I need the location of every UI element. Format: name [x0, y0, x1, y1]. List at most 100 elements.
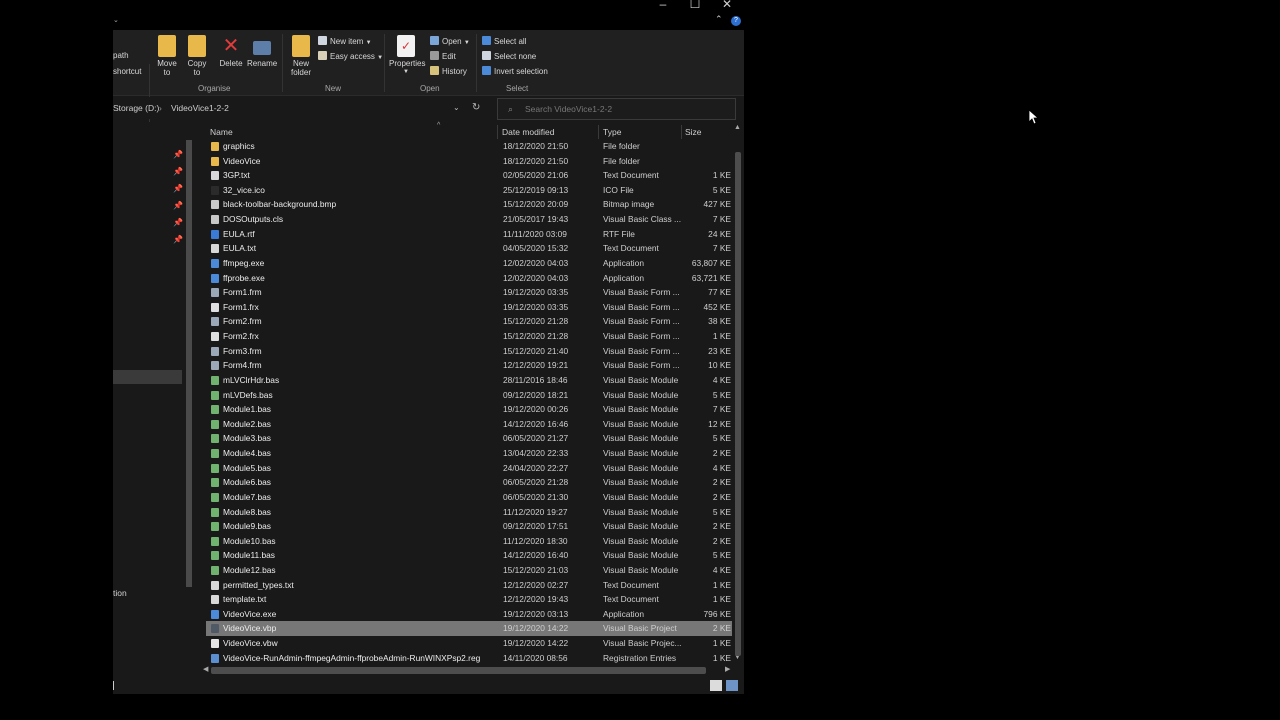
file-date-modified: 19/12/2020 03:13 — [503, 608, 569, 619]
file-row[interactable]: Module12.bas 15/12/2020 21:03 Visual Basic… — [206, 563, 732, 578]
open-button[interactable]: Open ▼ — [430, 36, 470, 48]
file-row[interactable]: VideoVice.vbp 19/12/2020 14:22 Visual Basi… — [206, 621, 732, 637]
file-row[interactable]: Form4.frm 12/12/2020 19:21 Visual Basic Fo… — [206, 358, 732, 373]
maximize-icon[interactable]: ☐ — [685, 0, 705, 12]
file-row[interactable]: VideoVice.exe 19/12/2020 03:13 Application… — [206, 607, 732, 622]
file-row[interactable]: Module5.bas 24/04/2020 22:27 Visual Basic … — [206, 461, 732, 476]
file-row[interactable]: VideoVice-RunAdmin-ffmpegAdmin-ffprobeAd… — [206, 651, 732, 666]
vb-module-icon — [211, 449, 219, 459]
pin-icon[interactable]: 📌 — [173, 201, 183, 210]
file-row[interactable]: Module3.bas 06/05/2020 21:27 Visual Basic … — [206, 431, 732, 446]
properties-button[interactable]: ✓ Properties ▼ — [389, 35, 425, 77]
breadcrumb-drive[interactable]: Storage (D:) — [113, 97, 159, 119]
file-row[interactable]: template.txt 12/12/2020 19:43 Text Documen… — [206, 592, 732, 607]
column-date-modified[interactable]: Date modified — [502, 125, 554, 139]
file-row[interactable]: Module1.bas 19/12/2020 00:26 Visual Basic … — [206, 402, 732, 417]
file-row[interactable]: ffprobe.exe 12/02/2020 04:03 Application 63… — [206, 271, 732, 286]
scroll-up-icon[interactable]: ▲ — [734, 124, 741, 131]
copy-to-button[interactable]: Copy to — [186, 35, 208, 77]
delete-button[interactable]: ✕ Delete — [218, 35, 244, 68]
close-icon[interactable]: ✕ — [717, 0, 737, 12]
pin-icon[interactable]: 📌 — [173, 150, 183, 159]
address-dropdown-icon[interactable]: ⌄ — [453, 97, 460, 119]
file-row[interactable]: Module4.bas 13/04/2020 22:33 Visual Basic … — [206, 446, 732, 461]
file-row[interactable]: Form1.frx 19/12/2020 03:35 Visual Basic Fo… — [206, 300, 732, 315]
file-date-modified: 12/02/2020 04:03 — [503, 272, 569, 283]
history-button[interactable]: History — [430, 66, 467, 77]
column-type[interactable]: Type — [603, 125, 621, 139]
select-none-button[interactable]: Select none — [482, 51, 536, 62]
collapse-ribbon-icon[interactable]: ⌃ — [715, 14, 723, 25]
new-item-button[interactable]: New item ▼ — [318, 36, 372, 48]
easy-access-button[interactable]: Easy access ▼ — [318, 51, 383, 63]
column-name[interactable]: Name — [210, 125, 233, 139]
large-icons-view-icon[interactable] — [726, 680, 738, 691]
rename-button[interactable]: Rename — [247, 35, 277, 68]
open-icon — [430, 36, 439, 45]
new-folder-button[interactable]: New folder — [288, 35, 314, 77]
file-name: Module9.bas — [223, 521, 271, 532]
file-row[interactable]: DOSOutputs.cls 21/05/2017 19:43 Visual Bas… — [206, 212, 732, 227]
details-view-icon[interactable] — [710, 680, 722, 691]
pin-icon[interactable]: 📌 — [173, 184, 183, 193]
file-row[interactable]: Module11.bas 14/12/2020 16:40 Visual Basic… — [206, 548, 732, 563]
column-size[interactable]: Size — [685, 125, 702, 139]
quick-access-chevron-icon[interactable]: ⌄ — [113, 16, 119, 24]
nav-scrollbar-thumb[interactable] — [186, 140, 192, 587]
file-row[interactable]: graphics 18/12/2020 21:50 File folder — [206, 139, 732, 154]
file-row[interactable]: mLVClrHdr.bas 28/11/2016 18:46 Visual Basi… — [206, 373, 732, 388]
file-row[interactable]: 32_vice.ico 25/12/2019 09:13 ICO File 5 KE — [206, 183, 732, 198]
pin-icon[interactable]: 📌 — [173, 167, 183, 176]
file-row[interactable]: Module8.bas 11/12/2020 19:27 Visual Basic … — [206, 505, 732, 520]
file-name: Module3.bas — [223, 433, 271, 444]
pin-icon[interactable]: 📌 — [173, 235, 183, 244]
new-folder-label-2: folder — [290, 68, 311, 77]
select-all-button[interactable]: Select all — [482, 36, 526, 47]
invert-selection-button[interactable]: Invert selection — [482, 66, 548, 77]
group-label-select: Select — [506, 84, 529, 93]
minimize-icon[interactable]: – — [653, 0, 673, 12]
search-box[interactable]: ⌕ Search VideoVice1-2-2 — [497, 98, 736, 120]
file-row[interactable]: black-toolbar-background.bmp 15/12/2020 2… — [206, 197, 732, 212]
breadcrumb-folder[interactable]: VideoVice1-2-2 — [171, 97, 229, 119]
file-row[interactable]: EULA.txt 04/05/2020 15:32 Text Document 7 K… — [206, 241, 732, 256]
file-row[interactable]: Form2.frx 15/12/2020 21:28 Visual Basic Fo… — [206, 329, 732, 344]
scroll-left-icon[interactable]: ◀ — [203, 665, 208, 673]
refresh-icon[interactable]: ↻ — [472, 97, 480, 119]
file-size: 5 KE — [712, 506, 731, 517]
vb-form-icon — [211, 317, 219, 327]
file-row[interactable]: Module7.bas 06/05/2020 21:30 Visual Basic … — [206, 490, 732, 505]
file-row[interactable]: VideoVice 18/12/2020 21:50 File folder — [206, 154, 732, 169]
help-icon[interactable]: ? — [731, 16, 741, 26]
edit-button[interactable]: Edit — [430, 51, 456, 62]
scroll-right-icon[interactable]: ▶ — [725, 665, 730, 673]
file-row[interactable]: Module10.bas 11/12/2020 18:30 Visual Basic… — [206, 534, 732, 549]
file-row[interactable]: Module9.bas 09/12/2020 17:51 Visual Basic … — [206, 519, 732, 534]
file-row[interactable]: ffmpeg.exe 12/02/2020 04:03 Application 63,… — [206, 256, 732, 271]
ribbon-partial-copy-path[interactable]: path — [113, 51, 129, 61]
file-row[interactable]: VideoVice.vbw 19/12/2020 14:22 Visual Basi… — [206, 636, 732, 651]
app-icon — [211, 609, 219, 619]
file-row[interactable]: 3GP.txt 02/05/2020 21:06 Text Document 1 KE — [206, 168, 732, 183]
file-row[interactable]: Form1.frm 19/12/2020 03:35 Visual Basic Fo… — [206, 285, 732, 300]
file-row[interactable]: mLVDefs.bas 09/12/2020 18:21 Visual Basic … — [206, 388, 732, 403]
file-size: 4 KE — [712, 374, 731, 385]
nav-item-selected[interactable] — [113, 370, 182, 384]
file-type: Application — [603, 608, 644, 619]
move-to-button[interactable]: Move to — [156, 35, 178, 77]
file-row[interactable]: Module2.bas 14/12/2020 16:46 Visual Basic … — [206, 417, 732, 432]
horizontal-scrollbar-thumb[interactable] — [211, 667, 706, 674]
file-type: Visual Basic Form ... — [603, 345, 680, 356]
file-row[interactable]: Form3.frm 15/12/2020 21:40 Visual Basic Fo… — [206, 344, 732, 359]
file-row[interactable]: Form2.frm 15/12/2020 21:28 Visual Basic Fo… — [206, 314, 732, 329]
file-row[interactable]: Module6.bas 06/05/2020 21:28 Visual Basic … — [206, 475, 732, 490]
address-bar[interactable]: Storage (D:) › VideoVice1-2-2 ⌄ ↻ — [113, 97, 491, 119]
ribbon-partial-paste-shortcut[interactable]: shortcut — [113, 67, 141, 77]
file-row[interactable]: permitted_types.txt 12/12/2020 02:27 Text … — [206, 578, 732, 593]
file-row[interactable]: EULA.rtf 11/11/2020 03:09 RTF File 24 KE — [206, 227, 732, 242]
vertical-scrollbar-thumb[interactable] — [735, 152, 741, 656]
file-name: VideoVice — [223, 155, 261, 166]
search-input-placeholder[interactable]: Search VideoVice1-2-2 — [525, 99, 612, 119]
nav-item-partial-label[interactable]: tion — [113, 588, 127, 598]
pin-icon[interactable]: 📌 — [173, 218, 183, 227]
